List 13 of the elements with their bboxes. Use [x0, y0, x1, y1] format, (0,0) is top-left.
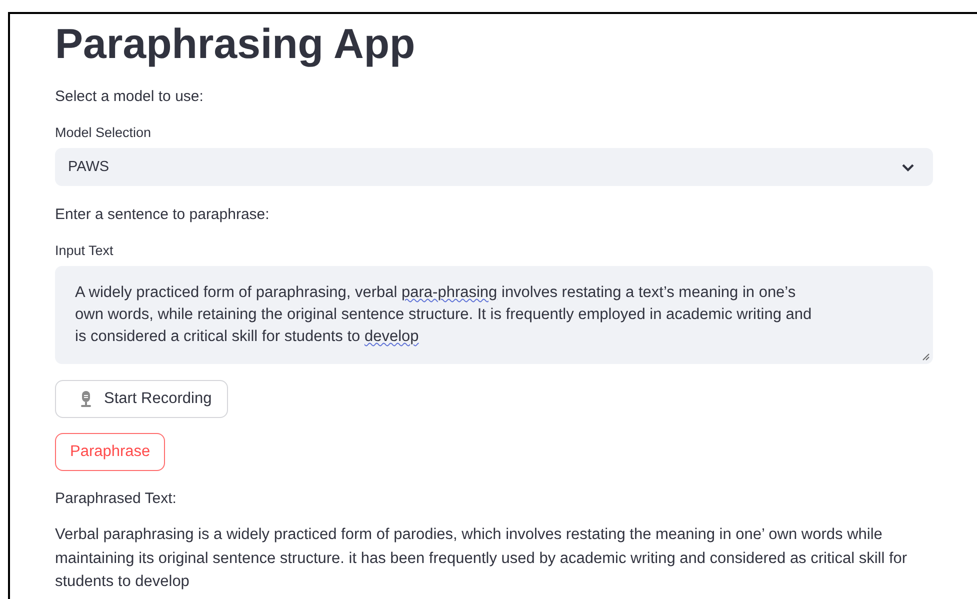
- field-label: Input Text: [55, 242, 114, 260]
- microphone-icon: [80, 391, 92, 407]
- chevron-down-icon: [901, 162, 915, 172]
- resize-handle-icon[interactable]: [922, 353, 930, 361]
- paraphrased-text: Verbal paraphrasing is a widely practiced form of parodies, which involves restating the meaning in one’ own words while maintaining its original sentence structure. it has been frequently used by academic writing and considered as critical skill for students to develop: [55, 525, 908, 592]
- page-title: Paraphrasing App: [55, 19, 416, 69]
- start-recording-button[interactable]: Start Recording: [55, 380, 228, 418]
- input-text-area[interactable]: A widely practiced form of paraphrasing, verbal para-phrasing involves restating a text’s meaning in one’s own words, while retaining the original sentence structure. It is frequently employed in academic writing and is considered a critical skill for students to develop: [55, 266, 933, 364]
- model-select[interactable]: PAWS: [55, 148, 933, 186]
- input-prompt: Enter a sentence to paraphrase:: [55, 205, 270, 225]
- output-label: Paraphrased Text:: [55, 489, 176, 509]
- field-label: Model Selection: [55, 124, 152, 142]
- model-prompt: Select a model to use:: [55, 87, 204, 107]
